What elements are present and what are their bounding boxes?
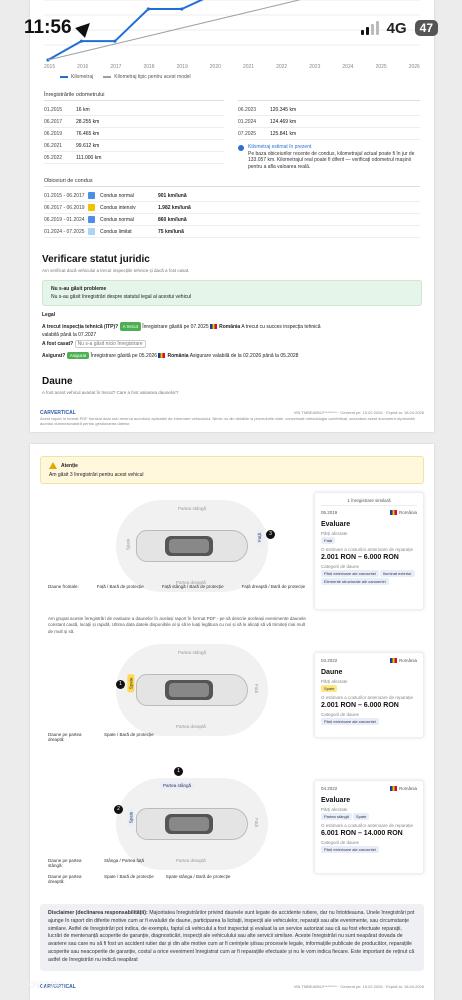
odometer-row: 06.2017 28.255 km xyxy=(44,116,224,128)
odometer-title: Înregistrările odometrului xyxy=(44,92,224,101)
marker-1: 1 xyxy=(116,680,125,689)
left-damages: Daune pe partea stângă: Stânga / Partea f… xyxy=(48,858,231,884)
odometer-left: Înregistrările odometrului 01.2015 16 km 0… xyxy=(44,92,224,164)
x-tick-label: 2025 xyxy=(375,64,387,70)
odometer-row: 05.2022 111.000 km xyxy=(44,152,224,164)
x-tick-label: 2018 xyxy=(143,64,155,70)
rear-damages: Daune pe partea dreaptă: Spate / Bară de… xyxy=(48,732,154,742)
watermark: AUTOVIT.RO xyxy=(10,980,65,990)
x-tick-label: 2021 xyxy=(242,64,255,70)
legend-typical: Kilometraj tipic pentru acest model xyxy=(103,74,191,80)
marker-1b: 1 xyxy=(174,767,183,776)
network-type: 4G xyxy=(386,19,407,37)
driving-habits: Obiceiuri de condus 01.2015 - 06.2017 Con… xyxy=(44,178,420,238)
legend-actual: Kilometraj xyxy=(60,74,93,80)
x-tick-label: 2026 xyxy=(408,64,420,70)
driving-title: Obiceiuri de condus xyxy=(44,178,420,187)
damage-warning: Atenție Am găsit 3 înregistrări pentru a… xyxy=(40,456,424,484)
odometer-row: 06.2023 120.345 km xyxy=(238,104,420,116)
page-footer-2: CARVERTICAL VIN TMBEABNJ********* · Gene… xyxy=(40,984,424,990)
warning-icon xyxy=(49,462,57,469)
x-tick-label: 2022 xyxy=(276,64,288,70)
odometer-right: . 06.2023120.345 km01.2024124.469 km07.2… xyxy=(238,92,420,170)
info-icon xyxy=(238,145,244,151)
driving-row: 01.2015 - 06.2017 Condus normal 901 km/lun… xyxy=(44,190,420,202)
damage-subtitle: A fost acest vehicul avariat în trecut? … xyxy=(42,390,179,395)
damage-title: Daune xyxy=(42,376,73,387)
insurance-row: Asigurat? Asigurat Înregistrare găsită p… xyxy=(42,352,299,360)
habit-color xyxy=(88,192,95,199)
damage-card-3: 04.2022 România Evaluare Părți afectate P… xyxy=(314,780,424,874)
front-damages: Daune frontale: Față / Bară de protecție… xyxy=(48,584,306,589)
casat-row: A fost casat? Nu s-a găsit nicio înregis… xyxy=(42,340,422,349)
disclaimer: Disclaimer (declinarea responsabilității… xyxy=(40,904,424,971)
odometer-row: 06.2021 99.612 km xyxy=(44,140,224,152)
legal-section-label: Legal xyxy=(42,312,56,318)
car-diagram-1: Partea stângă Partea dreaptă Spate Față xyxy=(116,500,268,592)
odometer-row: 07.2025 125.841 km xyxy=(238,128,420,140)
battery-icon: 47 xyxy=(414,20,438,36)
marker-2: 2 xyxy=(114,805,123,814)
x-tick-label: 2019 xyxy=(176,64,188,70)
clock: 11:56 xyxy=(24,17,72,38)
x-tick-label: 2017 xyxy=(110,64,122,70)
location-arrow-icon xyxy=(74,18,95,38)
damage-section: Daune A fost acest vehicul avariat în tr… xyxy=(42,376,422,395)
driving-row: 01.2024 - 07.2025 Condus limitat 75 km/lun… xyxy=(44,226,420,238)
odometer-row: 06.2019 76.465 km xyxy=(44,128,224,140)
chart-legend: Kilometraj Kilometraj tipic pentru acest… xyxy=(60,74,191,80)
report-page-2: Atenție Am găsit 3 înregistrări pentru a… xyxy=(30,444,434,1000)
signal-icon xyxy=(360,21,379,35)
status-bar: 11:56 4G 47 xyxy=(0,0,462,56)
habit-color xyxy=(88,204,95,211)
itp-row: A trecut inspecția tehnică (ITP)? A trec… xyxy=(42,322,321,339)
habit-color xyxy=(88,216,95,223)
estimated-km: Kilometraj estimat în prezent Pe baza obi… xyxy=(238,144,420,170)
report-page-1: 2015 2016 2017 2018 2019 2020 2021 2022 2023 2024… xyxy=(30,0,434,432)
page-footer-1: CARVERTICAL VIN TMBEABNJ********* · Gene… xyxy=(40,410,424,426)
x-tick-label: 2023 xyxy=(309,64,321,70)
x-tick-label: 2016 xyxy=(77,64,89,70)
legal-subtitle: Am verificat dacă vehiculul a trecut ins… xyxy=(42,268,190,273)
car-diagram-2: Partea stângă Partea dreaptă Față Spate xyxy=(116,644,268,736)
damage-card-2: 03.2022 România Daune Părți afectate Spat… xyxy=(314,652,424,738)
odometer-row: 01.2024 124.469 km xyxy=(238,116,420,128)
x-tick-label: 2015 xyxy=(44,64,56,70)
marker-3: 3 xyxy=(266,530,275,539)
chart-x-axis: 2015 2016 2017 2018 2019 2020 2021 2022 2023 2024… xyxy=(44,64,420,70)
group-note: Am grupat aceste înregistrări de evaluar… xyxy=(48,616,306,634)
legal-section: Verificare statut juridic Am verificat d… xyxy=(42,254,422,360)
x-tick-label: 2020 xyxy=(209,64,221,70)
driving-row: 06.2017 - 06.2019 Condus intensiv 1.982 km… xyxy=(44,202,420,214)
damage-card-1: 1 înregistrare similară 05.2019 România E… xyxy=(314,492,424,610)
odometer-row: 01.2015 16 km xyxy=(44,104,224,116)
driving-row: 06.2019 - 01.2024 Condus normal 860 km/lun… xyxy=(44,214,420,226)
legal-title: Verificare statut juridic xyxy=(42,254,150,265)
x-tick-label: 2024 xyxy=(342,64,354,70)
car-diagram-3: Partea dreaptă Față Partea stângă Spate xyxy=(116,778,268,870)
habit-color xyxy=(88,228,95,235)
legal-ok-box: Nu s-au găsit probleme Nu s-au găsit înr… xyxy=(42,280,422,306)
